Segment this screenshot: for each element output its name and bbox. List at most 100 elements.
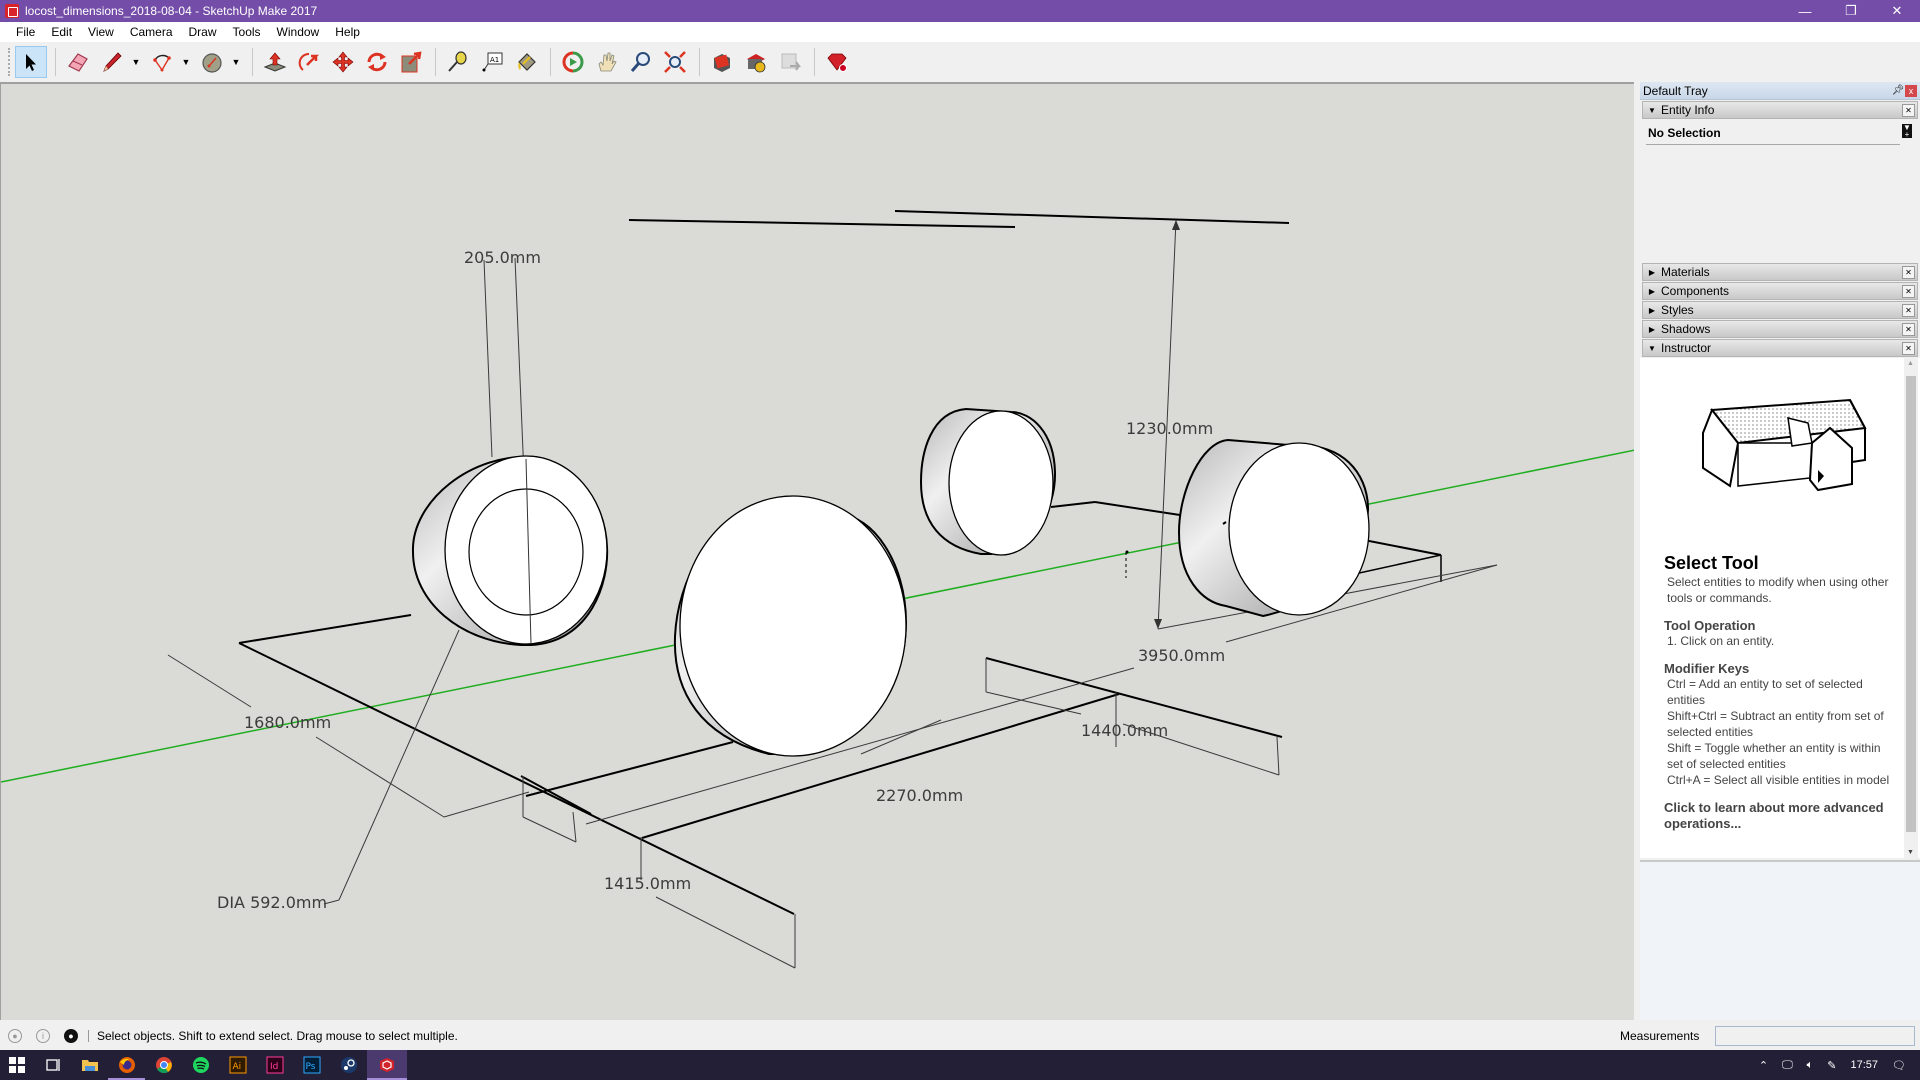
dimension-line bbox=[655, 896, 796, 969]
dimension-label-3950[interactable]: 3950.0mm bbox=[1138, 646, 1225, 665]
user-account-icon[interactable]: ● bbox=[64, 1029, 78, 1043]
scrollbar-thumb[interactable] bbox=[1906, 376, 1916, 832]
action-center-icon[interactable]: 🗨︎ bbox=[1892, 1059, 1906, 1072]
zoom-tool-button[interactable] bbox=[625, 46, 657, 78]
orbit-tool-button[interactable] bbox=[557, 46, 589, 78]
zoom-extents-tool-button[interactable] bbox=[659, 46, 691, 78]
taskbar-task-view[interactable] bbox=[34, 1050, 71, 1080]
extension-warehouse-button[interactable] bbox=[740, 46, 772, 78]
instructor-scrollbar[interactable]: ▲ ▼ bbox=[1904, 358, 1918, 858]
taskbar-chrome[interactable] bbox=[145, 1050, 182, 1080]
minimize-button[interactable]: — bbox=[1782, 0, 1828, 22]
line-tool-button[interactable] bbox=[96, 46, 128, 78]
text-tool-button[interactable]: A1 bbox=[476, 46, 508, 78]
panel-close-button[interactable]: ✕ bbox=[1902, 284, 1915, 298]
menu-view[interactable]: View bbox=[80, 22, 122, 42]
panel-shadows[interactable]: ▶ Shadows ✕ bbox=[1642, 320, 1918, 338]
select-tool-button[interactable] bbox=[15, 46, 47, 78]
share-model-button[interactable] bbox=[774, 46, 806, 78]
pan-hand-icon bbox=[598, 52, 617, 72]
tray-close-button[interactable]: x bbox=[1905, 84, 1917, 97]
dimension-label-1680[interactable]: 1680.0mm bbox=[244, 713, 331, 732]
sketchup-app-icon[interactable] bbox=[5, 4, 19, 18]
model-edge bbox=[1050, 501, 1096, 508]
pan-tool-button[interactable] bbox=[591, 46, 623, 78]
credits-icon[interactable]: i bbox=[36, 1029, 50, 1043]
3d-warehouse-button[interactable] bbox=[706, 46, 738, 78]
arc-tool-button[interactable] bbox=[146, 46, 178, 78]
expand-details-icon[interactable]: ▼ + bbox=[1902, 124, 1912, 139]
taskbar-steam[interactable] bbox=[330, 1050, 367, 1080]
dimension-label-1440[interactable]: 1440.0mm bbox=[1081, 721, 1168, 740]
panel-close-button[interactable]: ✕ bbox=[1902, 103, 1915, 117]
taskbar-firefox[interactable] bbox=[108, 1050, 145, 1080]
getting-started-toolbar: ▼ ▼ ▼ A1 bbox=[0, 42, 1920, 82]
start-button[interactable] bbox=[0, 1050, 34, 1080]
zoom-icon bbox=[630, 52, 650, 72]
dimension-line bbox=[338, 629, 460, 901]
scroll-up-icon[interactable]: ▲ bbox=[1907, 360, 1914, 367]
clock[interactable]: 17:57 bbox=[1851, 1059, 1879, 1071]
follow-me-tool-button[interactable] bbox=[293, 46, 325, 78]
move-tool-button[interactable] bbox=[327, 46, 359, 78]
push-pull-tool-button[interactable] bbox=[259, 46, 291, 78]
taskbar-photoshop[interactable]: Ps bbox=[293, 1050, 330, 1080]
paint-bucket-tool-button[interactable] bbox=[510, 46, 542, 78]
shapes-tool-dropdown[interactable]: ▼ bbox=[230, 46, 242, 78]
rotate-tool-button[interactable] bbox=[361, 46, 393, 78]
folder-icon bbox=[81, 1060, 98, 1071]
taskbar-sketchup[interactable] bbox=[367, 1050, 407, 1080]
dimension-label-1230[interactable]: 1230.0mm bbox=[1126, 419, 1213, 438]
tray-empty-area bbox=[1640, 860, 1920, 1020]
close-button[interactable]: ✕ bbox=[1874, 0, 1920, 22]
scale-tool-button[interactable] bbox=[395, 46, 427, 78]
geo-location-icon[interactable]: ● bbox=[8, 1029, 22, 1043]
toolbar-separator bbox=[814, 48, 815, 76]
panel-components[interactable]: ▶ Components ✕ bbox=[1642, 282, 1918, 300]
menu-help[interactable]: Help bbox=[327, 22, 368, 42]
pen-icon[interactable]: ✎ bbox=[1827, 1059, 1836, 1072]
extension-manager-button[interactable] bbox=[821, 46, 853, 78]
dimension-label-diameter[interactable]: DIA 592.0mm bbox=[217, 893, 327, 912]
taskbar-file-explorer[interactable] bbox=[71, 1050, 108, 1080]
pin-icon[interactable]: 📌︎ bbox=[1891, 85, 1905, 96]
measurements-input[interactable] bbox=[1715, 1026, 1915, 1046]
dimension-label-2270[interactable]: 2270.0mm bbox=[876, 786, 963, 805]
panel-materials[interactable]: ▶ Materials ✕ bbox=[1642, 263, 1918, 281]
learn-more-link[interactable]: Click to learn about more advanced opera… bbox=[1664, 800, 1892, 832]
toolbar-grip[interactable] bbox=[8, 48, 11, 76]
taskbar-indesign[interactable]: Id bbox=[256, 1050, 293, 1080]
menu-tools[interactable]: Tools bbox=[225, 22, 269, 42]
modifier-key-ctrl: Ctrl = Add an entity to set of selected … bbox=[1667, 677, 1863, 707]
shapes-tool-button[interactable] bbox=[196, 46, 228, 78]
toolbar-separator bbox=[252, 48, 253, 76]
menu-edit[interactable]: Edit bbox=[43, 22, 80, 42]
panel-entity-info[interactable]: ▼ Entity Info ✕ bbox=[1642, 101, 1918, 119]
taskbar-illustrator[interactable]: Ai bbox=[219, 1050, 256, 1080]
arc-tool-dropdown[interactable]: ▼ bbox=[180, 46, 192, 78]
eraser-tool-button[interactable] bbox=[62, 46, 94, 78]
panel-close-button[interactable]: ✕ bbox=[1902, 322, 1915, 336]
panel-close-button[interactable]: ✕ bbox=[1902, 265, 1915, 279]
taskbar-spotify[interactable] bbox=[182, 1050, 219, 1080]
show-hidden-icons-icon[interactable]: ⌃ bbox=[1759, 1059, 1768, 1072]
dimension-label-1415[interactable]: 1415.0mm bbox=[604, 874, 691, 893]
panel-instructor[interactable]: ▼ Instructor ✕ bbox=[1642, 339, 1918, 357]
volume-icon[interactable]: 🔈︎ bbox=[1807, 1059, 1814, 1072]
tape-measure-tool-button[interactable] bbox=[442, 46, 474, 78]
panel-close-button[interactable]: ✕ bbox=[1902, 303, 1915, 317]
menu-file[interactable]: File bbox=[8, 22, 43, 42]
restore-button[interactable]: ❐ bbox=[1828, 0, 1874, 22]
model-viewport[interactable]: 205.0mm 1230.0mm 3950.0mm 1440.0mm 1680.… bbox=[0, 82, 1634, 1020]
panel-close-button[interactable]: ✕ bbox=[1902, 341, 1915, 355]
menu-window[interactable]: Window bbox=[269, 22, 328, 42]
scroll-down-icon[interactable]: ▼ bbox=[1907, 849, 1914, 856]
line-tool-dropdown[interactable]: ▼ bbox=[130, 46, 142, 78]
network-icon[interactable]: 🖵︎ bbox=[1782, 1059, 1793, 1072]
dimension-label-205[interactable]: 205.0mm bbox=[464, 248, 541, 267]
menu-draw[interactable]: Draw bbox=[181, 22, 225, 42]
panel-styles[interactable]: ▶ Styles ✕ bbox=[1642, 301, 1918, 319]
steam-icon bbox=[340, 1057, 357, 1073]
menu-camera[interactable]: Camera bbox=[122, 22, 181, 42]
dimension-line bbox=[572, 811, 577, 843]
